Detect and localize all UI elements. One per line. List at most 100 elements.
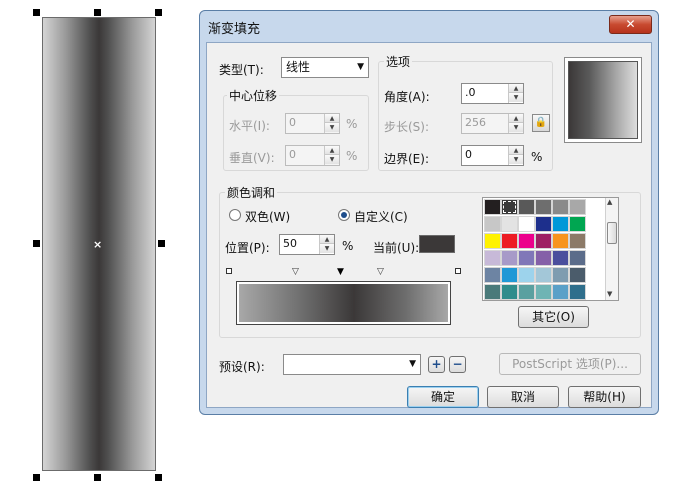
palette-swatch[interactable] (569, 284, 586, 300)
palette-swatch[interactable] (569, 216, 586, 232)
selection-handle-top-right[interactable] (155, 9, 162, 16)
scroll-down-icon[interactable]: ▼ (607, 290, 612, 298)
start-node[interactable] (226, 268, 232, 274)
type-select[interactable]: 线性 ▼ (281, 57, 369, 78)
gradient-ramp[interactable] (236, 281, 451, 325)
selection-handle-top[interactable] (94, 9, 101, 16)
scroll-up-icon[interactable]: ▲ (607, 198, 612, 206)
spin-down-icon[interactable]: ▼ (325, 123, 339, 132)
title-bar[interactable]: 渐变填充 ✕ (200, 11, 658, 43)
palette-swatch[interactable] (535, 250, 552, 266)
palette-swatch[interactable] (484, 267, 501, 283)
selection-handle-right[interactable] (158, 240, 165, 247)
position-label: 位置(P): (225, 241, 270, 255)
spin-down-icon[interactable]: ▼ (320, 244, 334, 253)
palette-swatch[interactable] (569, 267, 586, 283)
other-color-button[interactable]: 其它(O) (518, 306, 589, 328)
steps-value: 256 (465, 116, 486, 129)
palette-swatch[interactable] (484, 199, 501, 215)
gradient-preview (568, 61, 638, 139)
palette-swatch[interactable] (535, 284, 552, 300)
preset-label: 预设(R): (219, 360, 265, 374)
palette-swatch[interactable] (535, 267, 552, 283)
position-field[interactable]: 50 ▲ ▼ (279, 234, 335, 255)
two-color-radio[interactable] (229, 209, 241, 221)
palette-swatch[interactable] (552, 267, 569, 283)
angle-field[interactable]: .0 ▲ ▼ (461, 83, 524, 104)
spin-up-icon[interactable]: ▲ (509, 114, 523, 123)
position-value: 50 (283, 237, 297, 250)
spin-up-icon[interactable]: ▲ (325, 146, 339, 155)
dialog-client-area: 类型(T): 线性 ▼ 中心位移 水平(I): 0 ▲ ▼ % 垂直(V): 0 … (206, 42, 652, 408)
cancel-button[interactable]: 取消 (487, 386, 559, 408)
palette-swatch[interactable] (518, 267, 535, 283)
close-button[interactable]: ✕ (609, 15, 652, 34)
palette-swatch[interactable] (552, 250, 569, 266)
palette-swatch[interactable] (518, 284, 535, 300)
horizontal-percent: % (346, 117, 358, 131)
palette-swatch[interactable] (518, 216, 535, 232)
selection-handle-bottom-left[interactable] (33, 474, 40, 481)
palette-swatch[interactable] (552, 199, 569, 215)
vertical-offset-field[interactable]: 0 ▲ ▼ (285, 145, 340, 166)
palette-swatch[interactable] (501, 216, 518, 232)
center-marker-icon: × (93, 238, 103, 251)
color-stop-marker[interactable]: ▽ (292, 268, 299, 277)
palette-swatch[interactable] (569, 250, 586, 266)
palette-swatch[interactable] (484, 233, 501, 249)
lock-icon[interactable]: 🔒 (532, 114, 550, 132)
spin-down-icon[interactable]: ▼ (509, 123, 523, 132)
ok-button[interactable]: 确定 (407, 386, 479, 408)
steps-field[interactable]: 256 ▲ ▼ (461, 113, 524, 134)
selection-handle-bottom-right[interactable] (155, 474, 162, 481)
palette-swatch[interactable] (552, 233, 569, 249)
spin-up-icon[interactable]: ▲ (320, 235, 334, 244)
selected-color-stop-marker[interactable]: ▼ (337, 268, 344, 277)
palette-swatch[interactable] (569, 199, 586, 215)
palette-swatch[interactable] (484, 216, 501, 232)
postscript-options-button[interactable]: PostScript 选项(P)... (499, 353, 641, 375)
palette-swatch[interactable] (535, 233, 552, 249)
palette-swatch[interactable] (569, 233, 586, 249)
spin-up-icon[interactable]: ▲ (509, 84, 523, 93)
palette-swatch[interactable] (518, 233, 535, 249)
selection-handle-left[interactable] (33, 240, 40, 247)
spin-down-icon[interactable]: ▼ (509, 155, 523, 164)
spin-up-icon[interactable]: ▲ (509, 146, 523, 155)
palette-swatch[interactable] (484, 284, 501, 300)
palette-swatch[interactable] (535, 199, 552, 215)
scroll-thumb[interactable] (607, 222, 617, 244)
palette-swatch[interactable] (501, 199, 518, 215)
palette-swatch[interactable] (501, 267, 518, 283)
selection-handle-bottom[interactable] (94, 474, 101, 481)
palette-swatch[interactable] (552, 284, 569, 300)
color-palette[interactable] (482, 197, 619, 301)
palette-swatch[interactable] (484, 250, 501, 266)
current-color-swatch[interactable] (419, 235, 455, 253)
custom-radio[interactable] (338, 209, 350, 221)
spin-up-icon[interactable]: ▲ (325, 114, 339, 123)
palette-swatch[interactable] (501, 250, 518, 266)
spin-down-icon[interactable]: ▼ (325, 155, 339, 164)
selection-handle-top-left[interactable] (33, 9, 40, 16)
palette-swatch[interactable] (518, 199, 535, 215)
help-button[interactable]: 帮助(H) (568, 386, 641, 408)
remove-preset-button[interactable]: − (449, 356, 466, 373)
end-node[interactable] (455, 268, 461, 274)
color-blend-label: 颜色调和 (225, 184, 278, 201)
palette-swatch[interactable] (518, 250, 535, 266)
palette-swatch[interactable] (501, 233, 518, 249)
edge-label: 边界(E): (384, 152, 429, 166)
horizontal-offset-field[interactable]: 0 ▲ ▼ (285, 113, 340, 134)
options-label: 选项 (384, 53, 413, 70)
color-stop-marker[interactable]: ▽ (377, 268, 384, 277)
angle-label: 角度(A): (384, 90, 430, 104)
palette-swatch[interactable] (535, 216, 552, 232)
spin-down-icon[interactable]: ▼ (509, 93, 523, 102)
add-preset-button[interactable]: + (428, 356, 445, 373)
palette-scrollbar[interactable]: ▲ ▼ (605, 198, 618, 300)
palette-swatch[interactable] (552, 216, 569, 232)
edge-field[interactable]: 0 ▲ ▼ (461, 145, 524, 166)
preset-select[interactable]: ▼ (283, 354, 421, 375)
palette-swatch[interactable] (501, 284, 518, 300)
